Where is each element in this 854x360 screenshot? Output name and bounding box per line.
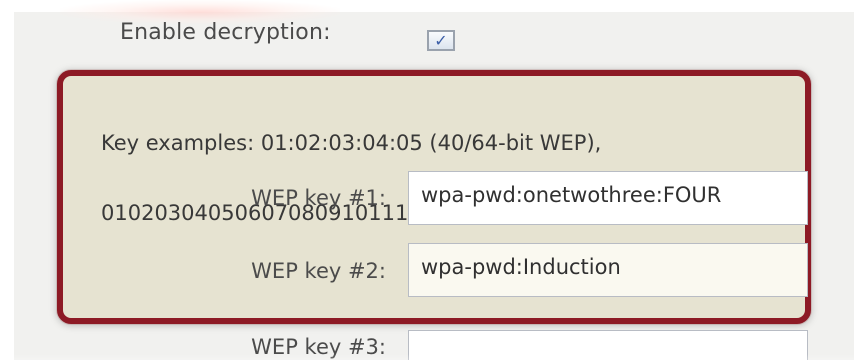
- wep-key-1-label: WEP key #1:: [251, 186, 386, 210]
- check-icon: ✓: [434, 30, 448, 50]
- wep-key-1-input[interactable]: wpa-pwd:onetwothree:FOUR: [408, 171, 808, 225]
- wep-key-2-label: WEP key #2:: [251, 259, 386, 283]
- wep-key-2-input[interactable]: wpa-pwd:Induction: [408, 243, 808, 297]
- enable-decryption-label: Enable decryption:: [120, 20, 331, 45]
- bottom-fade: [0, 354, 854, 360]
- left-margin: [0, 0, 14, 360]
- key-examples-line-1: Key examples: 01:02:03:04:05 (40/64-bit …: [101, 131, 602, 155]
- enable-decryption-checkbox[interactable]: ✓: [427, 30, 455, 51]
